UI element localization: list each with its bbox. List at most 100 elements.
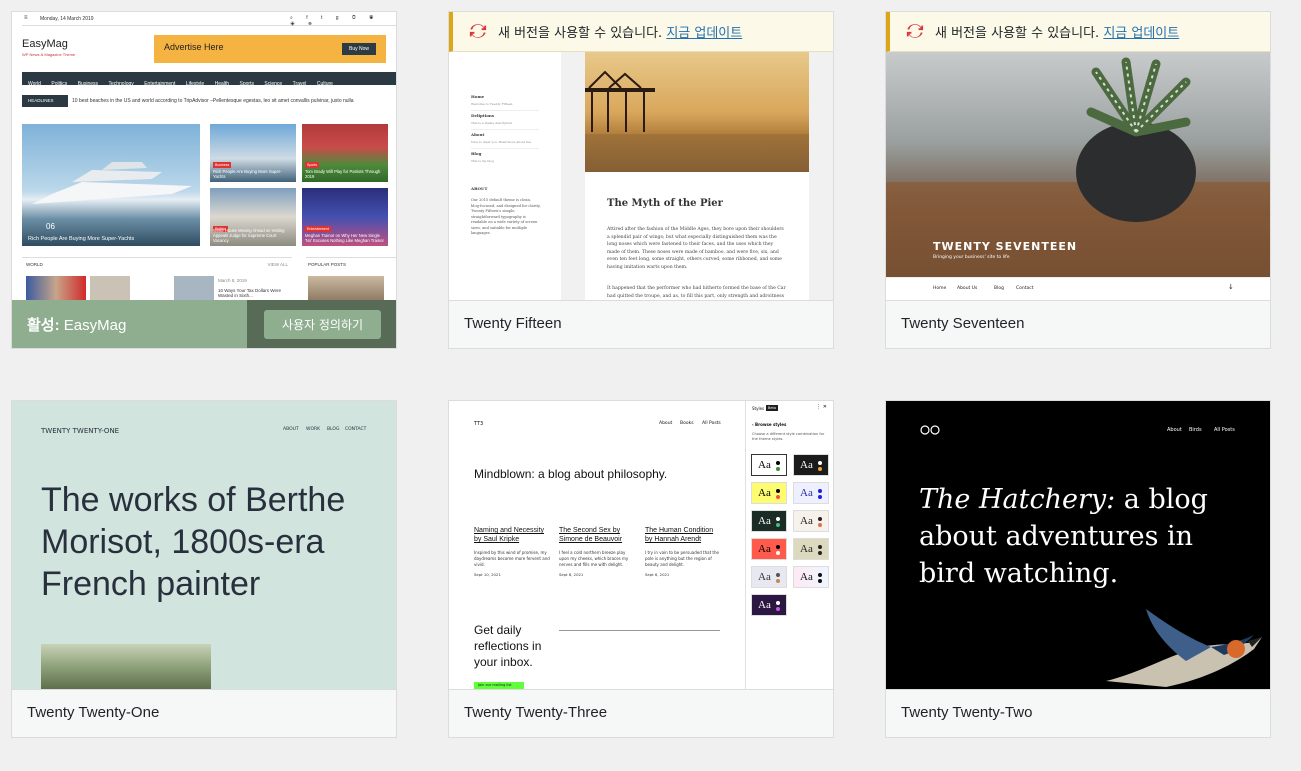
nav-item: BLOG (327, 427, 340, 432)
sidebar-item: Deliptions (471, 113, 495, 118)
theme-name: Twenty Twenty-One (27, 704, 160, 721)
post-title: The Human Condition by Hannah Arendt (645, 527, 714, 543)
styles-panel: Styles Beta ⋮ ✕ ‹ Browse styles Choose a… (745, 401, 833, 689)
about-heading: ABOUT (471, 186, 488, 191)
preview-headlines: HEADLINES 10 best beaches in the US and … (22, 95, 396, 107)
theme-name: Twenty Twenty-Two (901, 704, 1033, 721)
theme-name-bar: Twenty Twenty-One (12, 689, 396, 737)
update-now-link[interactable]: 지금 업데이트 (1103, 26, 1179, 41)
close-icon: ⋮ ✕ (816, 404, 827, 410)
theme-screenshot[interactable]: ≡ Monday, 14 March 2019 ⌕ f t g ◎ ◉ ◈ ⊕ … (12, 12, 396, 300)
view-all: VIEW ALL (267, 262, 288, 267)
nav-item: ABOUT (283, 427, 299, 432)
style-swatch: Aa (751, 510, 787, 532)
swatch-text: Aa (758, 487, 771, 499)
nav-item: Health (214, 81, 230, 87)
theme-screenshot[interactable]: 새 버전을 사용할 수 있습니다. 지금 업데이트 Home Welcome t… (449, 12, 833, 300)
post-card: The Human Condition by Hannah Arendt I t… (645, 526, 721, 577)
active-label: 활성: (27, 317, 60, 334)
update-notice-text: 새 버전을 사용할 수 있습니다. 지금 업데이트 (935, 22, 1179, 41)
headlines-badge: HEADLINES (22, 95, 68, 107)
swatch-text: Aa (758, 515, 771, 527)
theme-card-twenty-twenty-three[interactable]: TT3 About Books All Posts Mindblown: a b… (448, 400, 834, 738)
panel-title: Styles (752, 406, 765, 411)
preview-logo: EasyMag (22, 38, 68, 50)
theme-screenshot[interactable]: About Birds All Posts The Hatchery: a bl… (886, 401, 1270, 689)
theme-name-bar: Twenty Fifteen (449, 300, 833, 348)
nav-item: Entertainment (144, 81, 176, 87)
post-paragraph: Attired after the fashion of the Middle … (607, 227, 784, 270)
theme-name-text: EasyMag (63, 317, 127, 334)
swatch-text: Aa (800, 459, 813, 471)
painting-image (41, 644, 211, 689)
theme-card-twenty-fifteen[interactable]: 새 버전을 사용할 수 있습니다. 지금 업데이트 Home Welcome t… (448, 11, 834, 349)
nav-item: All Posts (702, 421, 721, 426)
world-caption: 10 Ways Your Tax Dollars Were Wasted in … (218, 288, 281, 298)
browse-description: Choose a different style combination for… (752, 432, 825, 441)
post-title: The Second Sex by Simone de Beauvoir (559, 527, 623, 543)
world-label: WORLD (26, 262, 43, 267)
update-icon (469, 24, 487, 38)
pier-icon (585, 70, 809, 172)
post-card: The Second Sex by Simone de Beauvoir I f… (559, 526, 635, 577)
update-now-link[interactable]: 지금 업데이트 (666, 26, 742, 41)
post-card: Naming and Necessity by Saul Kripke Insp… (474, 526, 550, 577)
style-swatch: Aa (793, 482, 829, 504)
theme-name-bar: 활성: EasyMag 사용자 정의하기 (12, 300, 396, 348)
sidebar-item: Home (471, 94, 485, 99)
theme-card-twenty-seventeen[interactable]: 새 버전을 사용할 수 있습니다. 지금 업데이트 TWENTY SEVENTE… (885, 11, 1271, 349)
nav-item: Sports (239, 81, 254, 87)
nav-item: Science (264, 81, 283, 87)
theme-card-twenty-twenty-one[interactable]: TWENTY TWENTY-ONE ABOUT WORK BLOG CONTAC… (11, 400, 397, 738)
world-image (90, 276, 130, 300)
sidebar-item: About (471, 132, 485, 137)
bird-icon (1106, 609, 1262, 687)
theme-name: Twenty Twenty-Three (464, 704, 608, 721)
thumb-label: Entertainment (305, 226, 331, 232)
world-date: March 8, 2019 (218, 278, 247, 283)
theme-name-bar: Twenty Twenty-Two (886, 689, 1270, 737)
theme-screenshot[interactable]: TWENTY TWENTY-ONE ABOUT WORK BLOG CONTAC… (12, 401, 396, 689)
customize-button[interactable]: 사용자 정의하기 (264, 310, 381, 339)
menu-item: Home (933, 286, 947, 291)
site-logo: TT3 (474, 421, 484, 427)
preview-feature-image: 06 Rich People Are Buying More Super-Yac… (22, 124, 200, 246)
post-excerpt: I try in vain to be persuaded that the p… (645, 550, 719, 567)
headline-text: 10 best beaches in the US and world acco… (72, 98, 354, 104)
beta-badge: Beta (766, 405, 779, 411)
style-swatch: Aa (751, 538, 787, 560)
theme-card-twenty-twenty-two[interactable]: About Birds All Posts The Hatchery: a bl… (885, 400, 1271, 738)
site-title: TWENTY TWENTY-ONE (41, 427, 120, 435)
sidebar-sub: Welcome to Twenty Fifteen (471, 102, 513, 106)
preview-thumb: Politics White House Moving Ahead on Vet… (210, 188, 296, 246)
menu-item: About Us (957, 286, 978, 291)
preview-menu: Home About Us Blog Contact ↓ (886, 277, 1270, 300)
post-excerpt: I feel a cold northern breeze play upon … (559, 550, 629, 567)
theme-screenshot[interactable]: 새 버전을 사용할 수 있습니다. 지금 업데이트 TWENTY SEVENTE… (886, 12, 1270, 300)
post-date: Sept 10, 2021 (474, 572, 501, 577)
nav-item: Books (680, 421, 694, 426)
nav-item: WORK (306, 427, 321, 432)
site-title: TWENTY SEVENTEEN (933, 240, 1078, 253)
theme-screenshot[interactable]: TT3 About Books All Posts Mindblown: a b… (449, 401, 833, 689)
swatch-text: Aa (800, 487, 813, 499)
thumb-caption: White House Moving Ahead on Vetting Appe… (213, 228, 285, 243)
update-notice: 새 버전을 사용할 수 있습니다. 지금 업데이트 (449, 12, 833, 52)
post-date: Sept 8, 2021 (559, 572, 584, 577)
thumb-label: Business (213, 162, 232, 168)
thumb-label: Sports (305, 162, 320, 168)
feature-date: 06 (46, 222, 55, 231)
style-swatch: Aa (751, 566, 787, 588)
theme-card-easymag[interactable]: ≡ Monday, 14 March 2019 ⌕ f t g ◎ ◉ ◈ ⊕ … (11, 11, 397, 349)
style-swatch: Aa (751, 482, 787, 504)
post-date: Sept 6, 2021 (645, 572, 670, 577)
ad-title: Advertise Here (164, 42, 224, 52)
style-swatch: Aa (793, 566, 829, 588)
join-button: Join our mailing list (474, 682, 524, 689)
swatch-text: Aa (800, 571, 813, 583)
nav-item: Culture (316, 81, 333, 87)
preview-thumb: Sports Tom Brady Will Play for Patriots … (302, 124, 388, 182)
nav-item: Business (77, 81, 99, 87)
nav-item: All Posts (1214, 427, 1235, 433)
preview-thumb: Business Rich People Are Buying More Sup… (210, 124, 296, 182)
